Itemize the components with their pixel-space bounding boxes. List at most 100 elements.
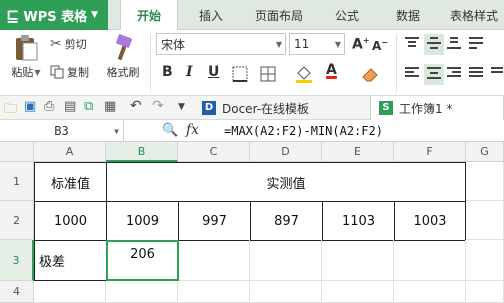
italic-button[interactable]: I [186, 64, 193, 80]
align-bottom-icon [447, 37, 461, 49]
cell-a2[interactable]: 1000 [34, 201, 107, 241]
cell-e3[interactable] [322, 240, 394, 281]
ribbon-divider [150, 34, 151, 92]
distributed-button[interactable] [490, 66, 504, 83]
wrap-text-icon [469, 37, 483, 49]
grow-font-button[interactable]: A+ [352, 36, 370, 53]
cell-a3[interactable]: 极差 [34, 240, 107, 281]
cell-e2[interactable]: 1103 [322, 201, 395, 241]
cell-a1[interactable]: 标准值 [34, 162, 107, 202]
cell-e4[interactable] [322, 281, 394, 303]
shrink-font-button[interactable]: A− [372, 38, 388, 53]
column-header-b[interactable]: B [106, 142, 178, 162]
tab-table-styles[interactable]: 表格样式 [444, 0, 504, 30]
column-header-g[interactable]: G [466, 142, 504, 162]
paste-button[interactable]: 粘贴 ▼ [6, 34, 46, 80]
undo-icon[interactable]: ↶ [130, 98, 142, 114]
cell-f4[interactable] [394, 281, 466, 303]
export-pdf-icon[interactable]: ⧉ [84, 99, 93, 114]
insert-function-button[interactable]: fx [186, 122, 199, 138]
align-middle-icon [427, 37, 441, 49]
tab-page-layout[interactable]: 页面布局 [244, 0, 314, 30]
print-preview-icon[interactable]: ▤ [64, 99, 76, 114]
tab-insert[interactable]: 插入 [186, 0, 236, 30]
doc-tab-workbook[interactable]: S 工作簿1 * [370, 96, 504, 120]
save-icon[interactable]: ▣ [24, 99, 36, 114]
cell-b1-merged[interactable]: 实测值 [106, 162, 466, 202]
align-left-button[interactable] [404, 66, 420, 83]
column-header-a[interactable]: A [34, 142, 106, 162]
cell-a4[interactable] [34, 281, 106, 303]
align-right-icon [447, 67, 461, 77]
cell-d3[interactable] [250, 240, 322, 281]
customize-qat-icon[interactable]: ▼ [178, 102, 185, 112]
cell-f3[interactable] [394, 240, 466, 281]
cell-c4[interactable] [178, 281, 250, 303]
wps-app-menu-button[interactable]: ⊑ WPS 表格 ▼ [0, 0, 108, 30]
doc-tab-label: Docer-在线模板 [222, 101, 310, 116]
row-header-1[interactable]: 1 [0, 162, 34, 201]
name-box[interactable]: B3 ▼ [0, 120, 124, 142]
merge-cells-button[interactable] [260, 66, 276, 85]
format-painter-button[interactable]: 格式刷 [104, 34, 142, 80]
cell-g1[interactable] [466, 162, 504, 201]
tab-home[interactable]: 开始 [120, 0, 178, 31]
row-header-4[interactable]: 4 [0, 281, 34, 303]
column-header-d[interactable]: D [250, 142, 322, 162]
cell-g3[interactable] [466, 240, 504, 281]
chevron-down-icon: ▼ [114, 126, 119, 136]
distributed-icon [491, 67, 503, 73]
align-right-button[interactable] [446, 66, 462, 83]
cell-d4[interactable] [250, 281, 322, 303]
font-name-select[interactable]: 宋体 ▼ [156, 33, 286, 55]
row-header-3[interactable]: 3 [0, 240, 34, 281]
ribbon-divider [396, 34, 397, 92]
open-folder-icon[interactable]: 🗀 [4, 100, 17, 122]
wrap-text-button[interactable] [468, 36, 484, 53]
paste-label: 粘贴 [11, 66, 34, 79]
clear-format-button[interactable] [360, 64, 380, 87]
copy-button[interactable]: 复制 [50, 64, 89, 80]
merge-cells-icon [260, 66, 276, 82]
bold-button[interactable]: B [162, 64, 173, 80]
formula-input[interactable]: =MAX(A2:F2)-MIN(A2:F2) [224, 120, 383, 142]
column-header-e[interactable]: E [322, 142, 394, 162]
name-box-value: B3 [54, 124, 69, 138]
borders-button[interactable] [232, 66, 248, 85]
align-bottom-button[interactable] [446, 36, 462, 53]
cell-g4[interactable] [466, 281, 504, 303]
column-header-f[interactable]: F [394, 142, 466, 162]
cell-f2[interactable]: 1003 [394, 201, 466, 241]
cell-b3[interactable]: 206 [106, 240, 179, 281]
cell-b4[interactable] [106, 281, 178, 303]
format-painter-small-icon[interactable]: ▦ [104, 99, 116, 114]
spreadsheet-grid: A B C D E F G 1 2 3 4 标准值 实测值 1000 1009 … [0, 142, 504, 303]
select-all-corner[interactable] [0, 142, 34, 162]
redo-icon[interactable]: ↷ [152, 98, 164, 114]
align-top-button[interactable] [404, 36, 420, 53]
column-header-c[interactable]: C [178, 142, 250, 162]
font-size-select[interactable]: 11 ▼ [289, 33, 345, 55]
paste-icon [16, 35, 38, 61]
fill-bucket-icon [296, 66, 312, 83]
ribbon: 粘贴 ▼ ✂ 剪切 复制 格式刷 宋体 ▼ 11 ▼ A+ A− B I U A [0, 30, 504, 96]
tab-formulas[interactable]: 公式 [322, 0, 372, 30]
align-middle-button[interactable] [424, 34, 444, 55]
doc-tab-docer[interactable]: D Docer-在线模板 [194, 96, 317, 120]
fill-color-button[interactable] [294, 64, 314, 87]
row-header-2[interactable]: 2 [0, 201, 34, 240]
cut-button[interactable]: ✂ 剪切 [50, 36, 87, 52]
tab-data[interactable]: 数据 [380, 0, 436, 30]
print-icon[interactable]: ⎙ [44, 99, 54, 114]
cell-d2[interactable]: 897 [250, 201, 323, 241]
cell-c2[interactable]: 997 [178, 201, 251, 241]
cell-g2[interactable] [466, 201, 504, 240]
justify-button[interactable] [468, 66, 484, 83]
font-color-button[interactable]: A [326, 62, 337, 78]
cell-b2[interactable]: 1009 [106, 201, 179, 241]
align-center-button[interactable] [424, 64, 444, 85]
search-function-icon[interactable]: 🔍 [162, 123, 178, 138]
cell-c3[interactable] [178, 240, 250, 281]
chevron-down-icon: ▼ [275, 39, 282, 49]
underline-button[interactable]: U [208, 64, 219, 80]
